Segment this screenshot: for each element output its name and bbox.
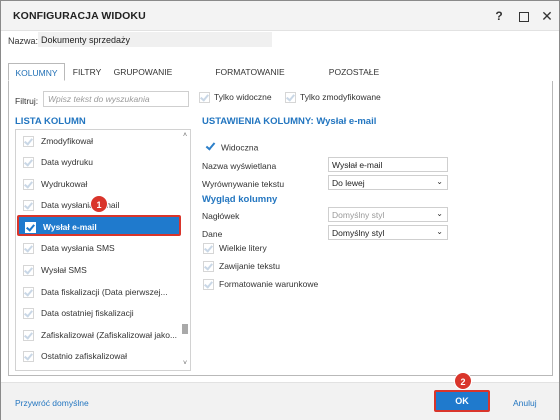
conditional-format-checkbox[interactable]: Formatowanie warunkowe bbox=[203, 279, 318, 293]
alignment-select[interactable]: Do lewej ⌄ bbox=[328, 175, 448, 190]
close-icon[interactable]: ✕ bbox=[536, 5, 558, 27]
chevron-down-icon: ⌄ bbox=[436, 227, 443, 236]
list-item[interactable]: Wysłał SMS bbox=[23, 261, 87, 279]
name-field[interactable]: Dokumenty sprzedaży bbox=[38, 32, 272, 47]
list-item[interactable]: Data wysłania SMS bbox=[23, 239, 115, 257]
tab-grupowanie[interactable]: GRUPOWANIE bbox=[111, 63, 175, 81]
list-item-label: Data fiskalizacji (Data pierwszej... bbox=[41, 287, 168, 297]
list-item[interactable]: Data wydruku bbox=[23, 153, 93, 171]
column-list-title: LISTA KOLUMN bbox=[15, 116, 86, 127]
only-visible-label: Tylko widoczne bbox=[214, 92, 272, 102]
header-style-select[interactable]: Domyślny styl ⌄ bbox=[328, 207, 448, 222]
settings-title: USTAWIENIA KOLUMNY: Wysłał e-mail bbox=[202, 116, 377, 127]
list-item-label: Zafiskalizował (Zafiskalizował jako... bbox=[41, 330, 178, 340]
visible-checkbox[interactable]: Widoczna bbox=[205, 140, 259, 154]
list-item-label: Ostatnio zafiskalizował bbox=[41, 351, 127, 361]
conditional-format-label: Formatowanie warunkowe bbox=[219, 279, 319, 289]
display-name-field[interactable]: Wysłał e-mail bbox=[328, 157, 448, 172]
wrap-text-checkbox[interactable]: Zawijanie tekstu bbox=[203, 261, 280, 275]
list-item[interactable]: Data fiskalizacji (Data pierwszej... bbox=[23, 283, 168, 301]
list-item-label: Data ostatniej fiskalizacji bbox=[41, 308, 134, 318]
checkbox-icon[interactable] bbox=[23, 243, 34, 255]
filter-label: Filtruj: bbox=[15, 96, 39, 106]
list-item-selected[interactable]: Wysłał e-mail bbox=[17, 215, 181, 236]
data-style-label: Dane bbox=[202, 229, 223, 239]
data-style-select[interactable]: Domyślny styl ⌄ bbox=[328, 225, 448, 240]
list-item[interactable]: Wydrukował bbox=[23, 175, 87, 193]
list-item[interactable]: Data ostatniej fiskalizacji bbox=[23, 304, 134, 322]
list-item[interactable]: Ostatnio zafiskalizował bbox=[23, 347, 127, 365]
checkbox-icon bbox=[199, 92, 210, 104]
checkbox-icon[interactable] bbox=[23, 287, 34, 299]
check-icon bbox=[205, 140, 217, 154]
visible-label: Widoczna bbox=[221, 142, 259, 153]
chevron-down-icon: ⌄ bbox=[436, 209, 443, 218]
appearance-title: Wygląd kolumny bbox=[202, 194, 278, 205]
step-badge-2: 2 bbox=[454, 372, 472, 390]
title-bar: KONFIGURACJA WIDOKU ? ✕ bbox=[1, 1, 559, 31]
checkbox-icon[interactable] bbox=[23, 200, 34, 212]
list-item-label: Wysłał SMS bbox=[41, 265, 87, 275]
list-scrollbar[interactable]: ˄ ˅ bbox=[181, 132, 189, 368]
only-visible-checkbox[interactable]: Tylko widoczne bbox=[199, 92, 272, 106]
uppercase-checkbox[interactable]: Wielkie litery bbox=[203, 243, 267, 257]
list-item[interactable]: Zmodyfikował bbox=[23, 132, 93, 150]
maximize-icon[interactable] bbox=[513, 5, 535, 27]
dialog-title: KONFIGURACJA WIDOKU bbox=[13, 10, 146, 22]
checkbox-icon[interactable] bbox=[23, 265, 34, 277]
tab-kolumny[interactable]: KOLUMNY bbox=[8, 63, 65, 81]
header-style-value: Domyślny styl bbox=[332, 210, 385, 220]
only-modified-label: Tylko zmodyfikowane bbox=[300, 92, 381, 102]
checkbox-icon[interactable] bbox=[25, 222, 36, 234]
list-item-label: Wysłał e-mail bbox=[43, 222, 97, 232]
data-style-value: Domyślny styl bbox=[332, 228, 385, 238]
column-list[interactable]: Zmodyfikował Data wydruku Wydrukował Dat… bbox=[15, 129, 191, 371]
list-item-label: Data wydruku bbox=[41, 157, 93, 167]
filter-input[interactable]: Wpisz tekst do wyszukania bbox=[43, 91, 189, 107]
checkbox-icon[interactable] bbox=[23, 308, 34, 320]
step-badge-1: 1 bbox=[90, 195, 108, 213]
checkbox-icon bbox=[203, 261, 214, 273]
restore-defaults-link[interactable]: Przywróć domyślne bbox=[15, 398, 89, 408]
cancel-link[interactable]: Anuluj bbox=[513, 398, 537, 408]
chevron-down-icon: ⌄ bbox=[436, 177, 443, 186]
tab-formatowanie-warunkowe[interactable]: FORMATOWANIE WARUNKOWE bbox=[186, 63, 314, 95]
checkbox-icon bbox=[203, 279, 214, 291]
checkbox-icon[interactable] bbox=[23, 351, 34, 363]
checkbox-icon[interactable] bbox=[23, 330, 34, 342]
list-item-label: Data wysłania SMS bbox=[41, 243, 115, 253]
checkbox-icon bbox=[285, 92, 296, 104]
scrollbar-thumb[interactable] bbox=[182, 324, 188, 334]
only-modified-checkbox[interactable]: Tylko zmodyfikowane bbox=[285, 92, 381, 106]
scroll-up-icon[interactable]: ˄ bbox=[181, 132, 189, 140]
scroll-down-icon[interactable]: ˅ bbox=[181, 360, 189, 368]
display-name-label: Nazwa wyświetlana bbox=[202, 161, 277, 171]
checkbox-icon[interactable] bbox=[23, 157, 34, 169]
tab-filtry[interactable]: FILTRY bbox=[69, 63, 105, 81]
alignment-value: Do lewej bbox=[332, 178, 365, 188]
checkbox-icon bbox=[203, 243, 214, 255]
tab-pozostale[interactable]: POZOSTAŁE bbox=[325, 63, 383, 81]
list-item-label: Zmodyfikował bbox=[41, 136, 93, 146]
checkbox-icon[interactable] bbox=[23, 179, 34, 191]
header-style-label: Nagłówek bbox=[202, 211, 240, 221]
view-config-dialog: KONFIGURACJA WIDOKU ? ✕ Nazwa: Dokumenty… bbox=[0, 0, 560, 420]
name-label: Nazwa: bbox=[8, 36, 39, 46]
ok-button[interactable]: OK bbox=[434, 390, 490, 412]
list-item[interactable]: Zafiskalizował (Zafiskalizował jako... bbox=[23, 326, 177, 344]
uppercase-label: Wielkie litery bbox=[219, 243, 267, 253]
alignment-label: Wyrównywanie tekstu bbox=[202, 179, 285, 189]
wrap-text-label: Zawijanie tekstu bbox=[219, 261, 280, 271]
list-item-label: Wydrukował bbox=[41, 179, 88, 189]
question-icon[interactable]: ? bbox=[488, 5, 510, 27]
checkbox-icon[interactable] bbox=[23, 136, 34, 148]
